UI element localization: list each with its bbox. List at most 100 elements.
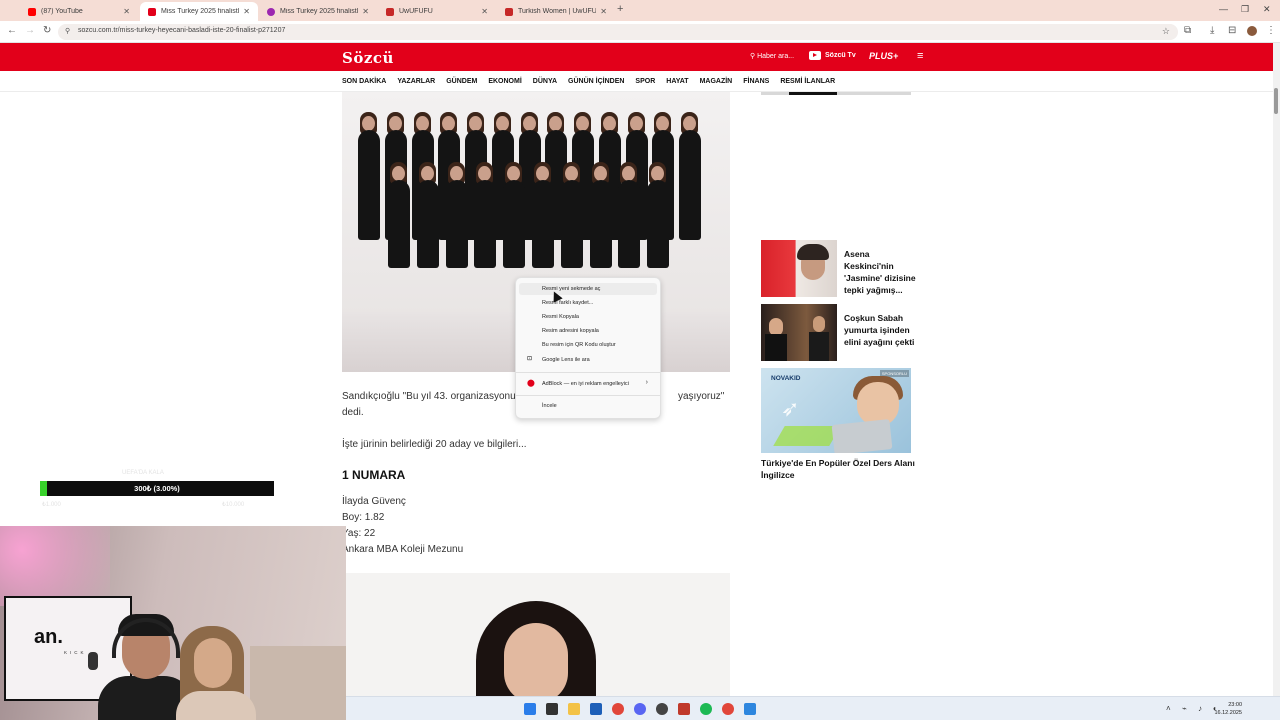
page-scrollbar[interactable] xyxy=(1273,43,1280,696)
finalist-height: Boy: 1.82 xyxy=(342,512,385,523)
tab-strip: (87) YouTube ✕ Miss Turkey 2025 finalist… xyxy=(0,0,1280,21)
photo-figure-body xyxy=(679,130,702,240)
chrome-profile-icon[interactable] xyxy=(722,703,734,715)
window-close-icon[interactable]: ✕ xyxy=(1263,4,1271,15)
tray-chevron-icon[interactable]: ˄ xyxy=(1166,704,1171,713)
menu-copy-image[interactable]: Resmi Kopyala xyxy=(542,314,579,320)
file-explorer-icon[interactable] xyxy=(568,703,580,715)
task-view-icon[interactable] xyxy=(546,703,558,715)
photo-figure-head xyxy=(392,166,405,181)
close-icon[interactable]: ✕ xyxy=(600,7,607,16)
sponsored-title[interactable]: Türkiye'de En Popüler Özel Ders Alanı İn… xyxy=(761,457,921,481)
browser-menu-icon[interactable]: ⋮ xyxy=(1266,25,1276,36)
overlay-ghost-max: ₺10.000 xyxy=(222,502,245,508)
site-info-icon[interactable]: ⚲ xyxy=(65,27,70,35)
menu-copy-image-address[interactable]: Resim adresini kopyala xyxy=(542,328,599,334)
site-header: Sözcü ⚲ Haber ara... Sözcü Tv PLUS+ ≡ xyxy=(0,43,1273,71)
profile-avatar[interactable] xyxy=(1247,26,1257,36)
google-lens-icon: ⊡ xyxy=(527,356,533,362)
maximize-icon[interactable]: ❐ xyxy=(1241,4,1249,15)
menu-inspect[interactable]: İncele xyxy=(542,403,557,409)
photo-figure-head xyxy=(449,166,463,181)
photo-figure-head xyxy=(536,166,549,181)
plus-link[interactable]: PLUS+ xyxy=(869,51,898,61)
nav-hayat[interactable]: HAYAT xyxy=(666,78,688,85)
ad-graphic xyxy=(773,426,841,446)
minimize-icon[interactable]: — xyxy=(1219,4,1228,14)
finalist-heading: 1 NUMARA xyxy=(342,468,406,482)
tv-label: Sözcü Tv xyxy=(825,52,856,59)
uwufufu-icon xyxy=(386,7,394,16)
nav-resmi-ilanlar[interactable]: RESMİ İLANLAR xyxy=(780,78,835,85)
reload-icon[interactable]: ↻ xyxy=(43,25,51,36)
downloads-list-icon[interactable]: ⊟ xyxy=(1228,25,1236,36)
taskbar: ˄ ⌁ ♪ ◖ xyxy=(346,696,1280,720)
nav-gunun-icinden[interactable]: GÜNÜN İÇİNDEN xyxy=(568,78,624,85)
tab-uwufufu[interactable]: UwUFUFU ✕ xyxy=(378,2,496,21)
tab-miss-turkey-active[interactable]: Miss Turkey 2025 finalistleri be ✕ xyxy=(140,2,258,21)
nav-spor[interactable]: SPOR xyxy=(635,78,655,85)
nav-yazarlar[interactable]: YAZARLAR xyxy=(397,78,435,85)
photo-figure-body xyxy=(532,180,554,268)
search-button[interactable]: ⚲ Haber ara... xyxy=(750,52,794,60)
sidebar-news-item[interactable]: Coşkun Sabah yumurta işinden elini ayağı… xyxy=(761,304,914,361)
spotify-icon[interactable] xyxy=(700,703,712,715)
store-icon[interactable] xyxy=(590,703,602,715)
start-icon[interactable] xyxy=(524,703,536,715)
clock-date: 16.12.2025 xyxy=(1214,710,1242,716)
ad-graphic xyxy=(831,419,893,453)
close-icon[interactable]: ✕ xyxy=(123,7,130,16)
tab-turkish-women[interactable]: Turkish Women | UwUFUFU ✕ xyxy=(497,2,615,21)
article-paragraph-1-end: yaşıyoruz" xyxy=(678,391,725,402)
menu-search-google-lens[interactable]: Google Lens ile ara xyxy=(542,357,590,363)
tab-label: Miss Turkey 2025 finalistleri be xyxy=(161,8,240,15)
close-icon[interactable]: ✕ xyxy=(243,7,250,16)
submenu-arrow-icon: › xyxy=(645,379,648,386)
news-thumbnail xyxy=(761,304,837,361)
nav-son-dakika[interactable]: SON DAKİKA xyxy=(342,78,386,85)
tab-label: Miss Turkey 2025 finalistleri kim xyxy=(280,8,359,15)
tab-youtube[interactable]: (87) YouTube ✕ xyxy=(20,2,138,21)
close-icon[interactable]: ✕ xyxy=(362,7,369,16)
category-nav: SON DAKİKA YAZARLAR GÜNDEM EKONOMİ DÜNYA… xyxy=(342,71,835,91)
menu-create-qr-code[interactable]: Bu resim için QR Kodu oluştur xyxy=(542,342,616,348)
site-logo[interactable]: Sözcü xyxy=(342,49,394,67)
app-icon[interactable] xyxy=(678,703,690,715)
speaker-icon[interactable]: ♪ xyxy=(1198,704,1202,713)
discord-icon[interactable] xyxy=(634,703,646,715)
close-icon[interactable]: ✕ xyxy=(481,7,488,16)
network-icon[interactable]: ⌁ xyxy=(1182,704,1187,713)
photo-figure-head xyxy=(388,116,402,131)
uwufufu-icon xyxy=(505,7,513,16)
nav-ekonomi[interactable]: EKONOMİ xyxy=(488,78,521,85)
cam-sofa xyxy=(250,646,346,720)
nav-gundem[interactable]: GÜNDEM xyxy=(446,78,477,85)
tv-link[interactable]: Sözcü Tv xyxy=(809,51,856,60)
sidebar-news-item[interactable]: Asena Keskinci'nin 'Jasmine' dizisine te… xyxy=(761,240,916,297)
bookmark-star-icon[interactable]: ☆ xyxy=(1162,26,1170,37)
menu-adblock[interactable]: AdBlock — en iyi reklam engelleyici xyxy=(542,381,629,387)
menu-open-image-new-tab[interactable]: Resmi yeni sekmede aç xyxy=(542,286,600,292)
address-bar[interactable]: ⚲ sozcu.com.tr/miss-turkey-heyecani-basl… xyxy=(58,24,1178,40)
back-icon[interactable]: ← xyxy=(7,25,17,36)
obs-icon[interactable] xyxy=(656,703,668,715)
app-icon[interactable] xyxy=(744,703,756,715)
nav-dunya[interactable]: DÜNYA xyxy=(533,78,557,85)
taskbar-clock[interactable]: 23:00 16.12.2025 xyxy=(1208,701,1242,717)
extensions-icon[interactable]: ⧉ xyxy=(1184,25,1191,36)
sponsored-ad[interactable]: NOVAKID SPONSORLU ➶ xyxy=(761,368,911,453)
menu-save-image-as[interactable]: Resmi farklı kaydet... xyxy=(542,300,593,306)
new-tab-button[interactable]: + xyxy=(617,3,623,15)
sidebar-top-card xyxy=(761,92,911,95)
nav-magazin[interactable]: MAGAZİN xyxy=(700,78,733,85)
download-icon[interactable]: ⤓ xyxy=(1210,25,1214,36)
nav-finans[interactable]: FİNANS xyxy=(743,78,769,85)
photo-figure-head xyxy=(564,166,578,181)
forward-icon[interactable]: → xyxy=(25,25,35,36)
hamburger-menu-icon[interactable]: ≡ xyxy=(917,50,923,62)
chrome-icon[interactable] xyxy=(612,703,624,715)
article-paragraph-1: Sandıkçıoğlu "Bu yıl 43. organizasyonun xyxy=(342,389,521,405)
scrollbar-thumb[interactable] xyxy=(1274,88,1278,114)
finalist-portrait-photo[interactable] xyxy=(346,573,730,696)
tab-miss-turkey-2[interactable]: Miss Turkey 2025 finalistleri kim ✕ xyxy=(259,2,377,21)
